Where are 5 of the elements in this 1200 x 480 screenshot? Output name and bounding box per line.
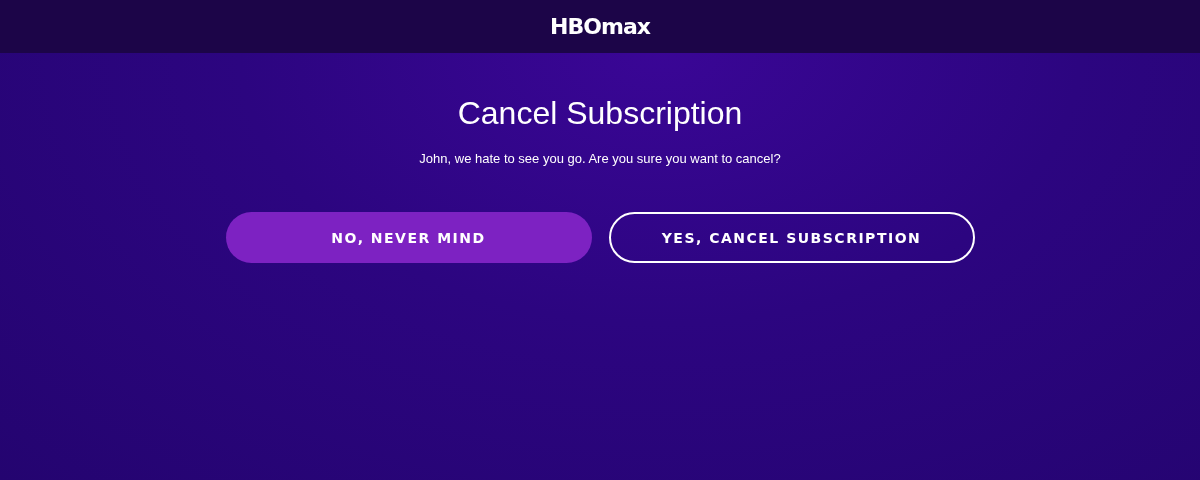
cancel-button[interactable]: YES, CANCEL SUBSCRIPTION	[608, 212, 975, 263]
keep-button[interactable]: NO, NEVER MIND	[225, 212, 592, 263]
confirmation-message: John, we hate to see you go. Are you sure you want to cancel?	[419, 151, 781, 166]
page-title: Cancel Subscription	[457, 94, 743, 133]
logo: HBOmax	[550, 14, 650, 39]
